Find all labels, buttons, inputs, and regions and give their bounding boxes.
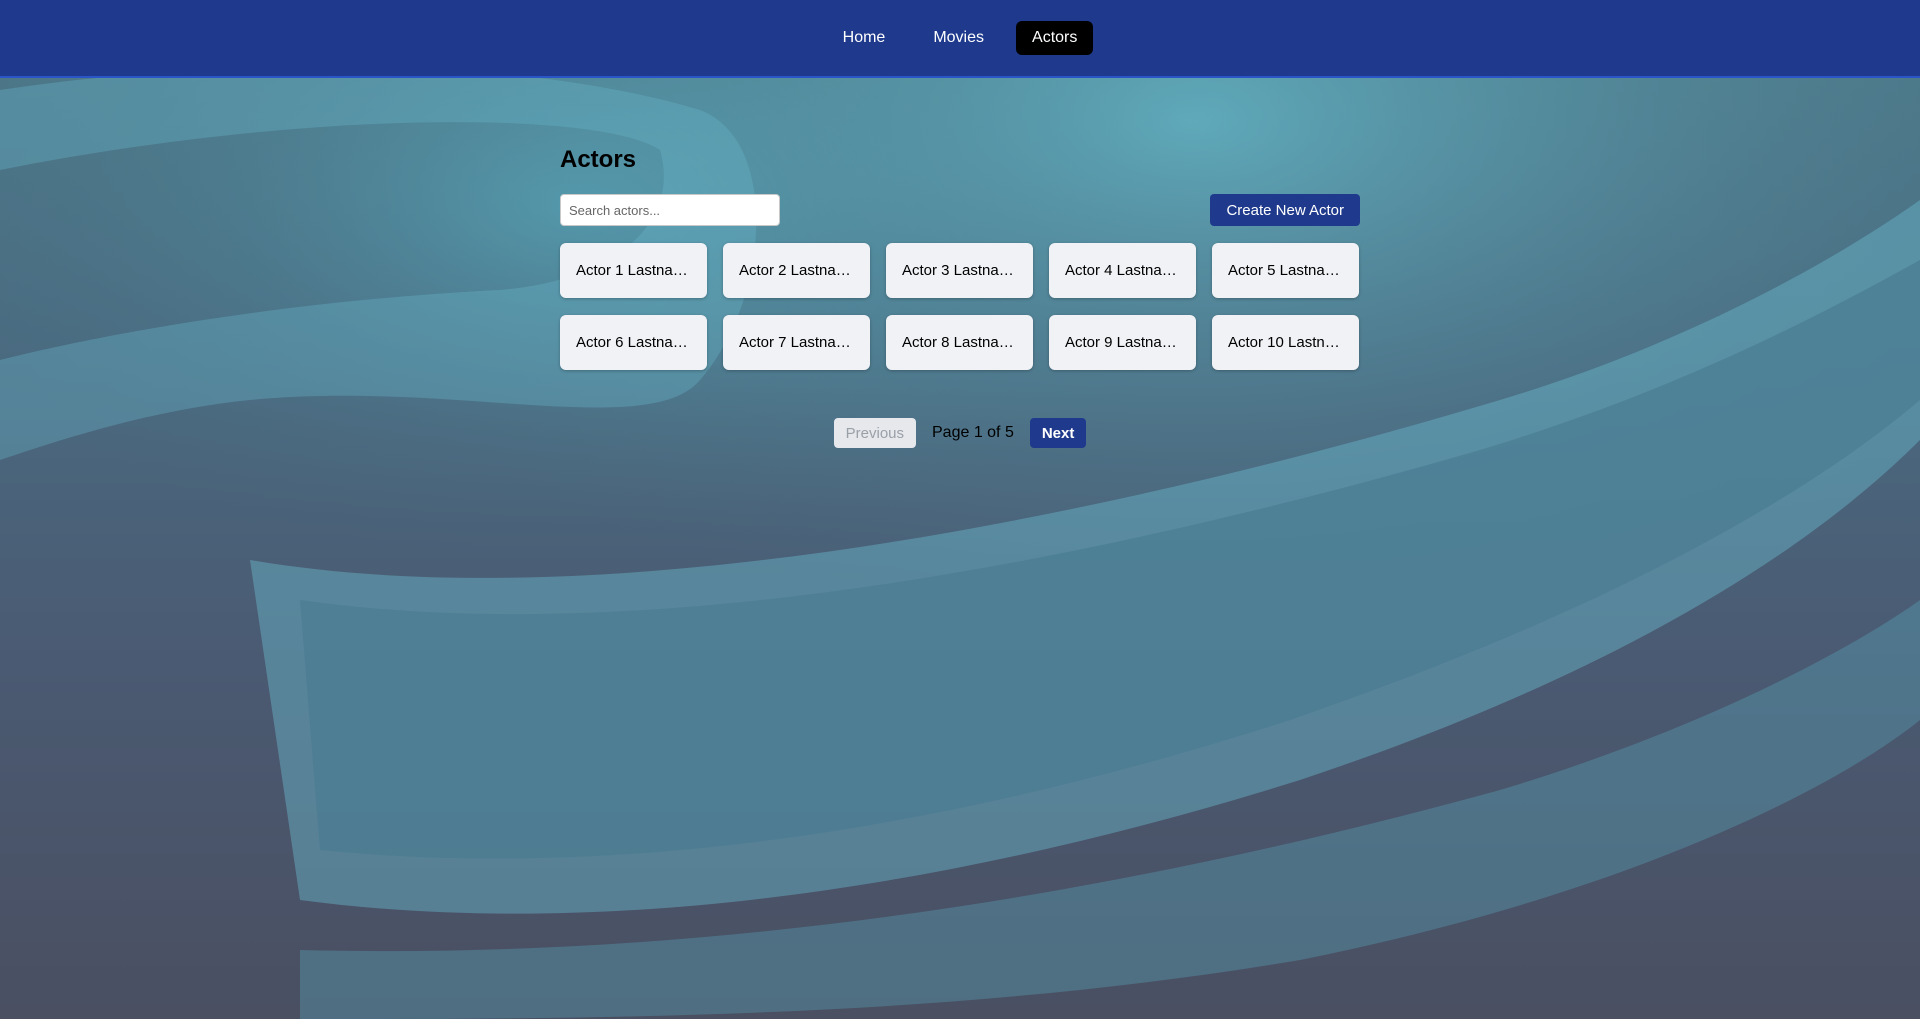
actor-name: Actor 6 Lastname <box>576 334 691 351</box>
previous-page-button[interactable]: Previous <box>833 418 916 448</box>
nav-home-link[interactable]: Home <box>827 21 902 55</box>
actor-name: Actor 1 Lastname <box>576 262 691 279</box>
actor-card[interactable]: Actor 3 Lastname <box>886 243 1033 298</box>
nav-actors-link[interactable]: Actors <box>1016 21 1094 55</box>
actor-name: Actor 10 Lastname <box>1228 334 1343 351</box>
actor-card[interactable]: Actor 4 Lastname <box>1049 243 1196 298</box>
actor-card[interactable]: Actor 7 Lastname <box>723 315 870 370</box>
actor-name: Actor 4 Lastname <box>1065 262 1180 279</box>
actor-card[interactable]: Actor 6 Lastname <box>560 315 707 370</box>
actor-name: Actor 5 Lastname <box>1228 262 1343 279</box>
actor-card[interactable]: Actor 10 Lastname <box>1212 315 1359 370</box>
search-actors-input[interactable] <box>560 194 780 226</box>
film-strip-background <box>0 0 1920 1019</box>
page-title: Actors <box>560 146 637 173</box>
pagination: Previous Page 1 of 5 Next <box>560 418 1360 448</box>
actor-card[interactable]: Actor 9 Lastname <box>1049 315 1196 370</box>
actor-card[interactable]: Actor 1 Lastname <box>560 243 707 298</box>
next-page-button[interactable]: Next <box>1029 418 1087 448</box>
actor-name: Actor 7 Lastname <box>739 334 854 351</box>
actor-card[interactable]: Actor 5 Lastname <box>1212 243 1359 298</box>
actor-card[interactable]: Actor 2 Lastname <box>723 243 870 298</box>
actor-name: Actor 2 Lastname <box>739 262 854 279</box>
actor-name: Actor 3 Lastname <box>902 262 1017 279</box>
actors-toolbar: Create New Actor <box>560 194 1360 228</box>
page-indicator: Page 1 of 5 <box>932 424 1014 441</box>
top-navbar: Home Movies Actors <box>0 0 1920 78</box>
actor-name: Actor 9 Lastname <box>1065 334 1180 351</box>
actor-card[interactable]: Actor 8 Lastname <box>886 315 1033 370</box>
actors-grid: Actor 1 Lastname Actor 2 Lastname Actor … <box>560 243 1360 370</box>
nav-movies-link[interactable]: Movies <box>917 21 1000 55</box>
create-new-actor-button[interactable]: Create New Actor <box>1210 194 1360 226</box>
actor-name: Actor 8 Lastname <box>902 334 1017 351</box>
